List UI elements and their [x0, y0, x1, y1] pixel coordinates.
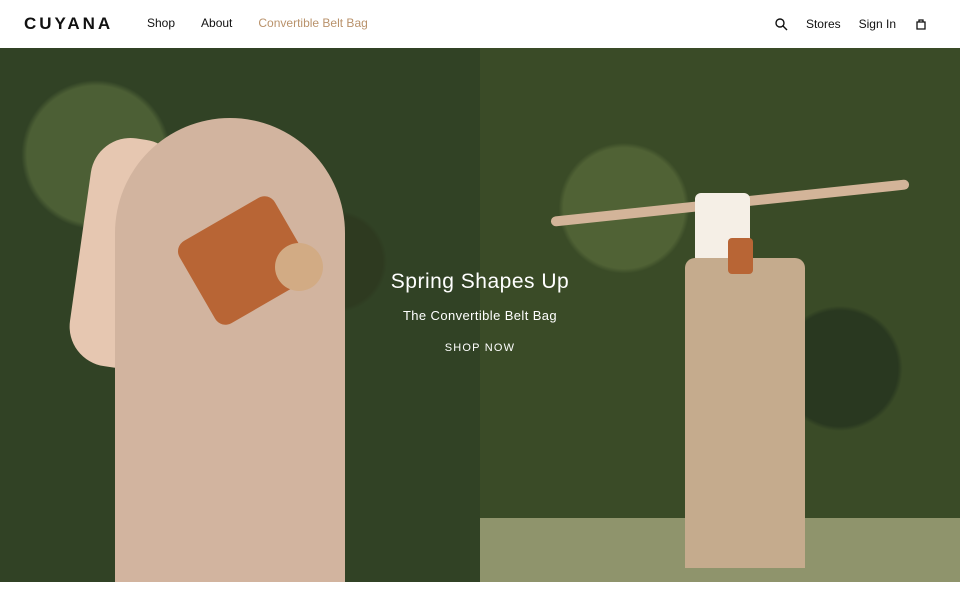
- bag-icon[interactable]: [914, 17, 928, 31]
- nav-shop[interactable]: Shop: [147, 16, 175, 30]
- site-header: CUYANA Shop About Convertible Belt Bag S…: [0, 0, 960, 48]
- hero-title: Spring Shapes Up: [390, 270, 570, 293]
- hero-subtitle: The Convertible Belt Bag: [402, 308, 558, 323]
- header-actions: Stores Sign In: [774, 17, 928, 31]
- belt-bag-small: [728, 238, 753, 274]
- primary-nav: Shop About Convertible Belt Bag: [147, 16, 368, 30]
- brand-logo[interactable]: CUYANA: [24, 14, 113, 34]
- nav-convertible-belt-bag[interactable]: Convertible Belt Bag: [258, 16, 367, 30]
- nav-about[interactable]: About: [201, 16, 232, 30]
- hero-banner: Spring Shapes Up The Convertible Belt Ba…: [0, 48, 960, 582]
- model-pants: [685, 258, 805, 568]
- shop-now-button[interactable]: SHOP NOW: [0, 342, 960, 354]
- stores-link[interactable]: Stores: [806, 17, 841, 31]
- search-icon[interactable]: [774, 17, 788, 31]
- sign-in-link[interactable]: Sign In: [859, 17, 896, 31]
